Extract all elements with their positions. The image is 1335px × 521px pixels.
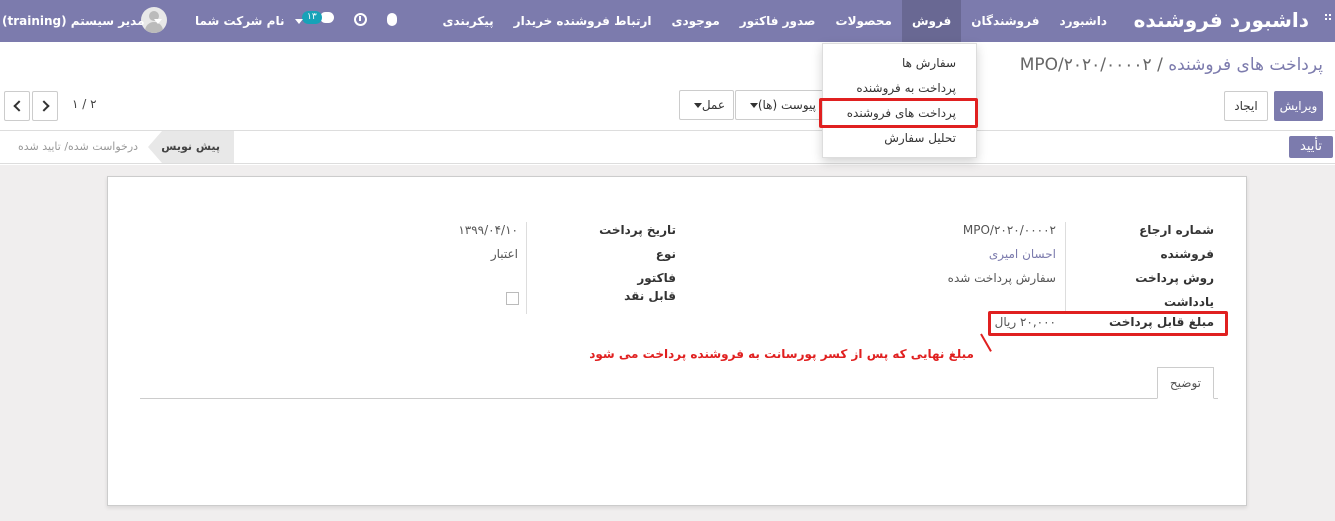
chat-icon[interactable] [320,12,334,23]
activity-clock-icon[interactable] [354,13,367,26]
create-button[interactable]: ایجاد [1224,91,1268,121]
menu-invoicing[interactable]: صدور فاکتور [730,0,826,42]
vendor-payments-highlight [819,98,978,128]
chat-count-badge: ۱۳ [302,11,322,24]
amount-highlight [988,311,1228,336]
chevron-down-icon [153,19,162,24]
type-label: نوع [655,247,676,261]
breadcrumb-parent[interactable]: پرداخت های فروشنده [1168,55,1323,75]
apps-grid-icon[interactable] [1325,14,1331,20]
main-menu: داشبورد فروشندگان فروش محصولات صدور فاکت… [432,0,1117,42]
confirm-button[interactable]: تأیید [1289,136,1333,158]
menu-item-orders[interactable]: سفارش ها [902,56,956,70]
menu-vendors[interactable]: فروشندگان [961,0,1049,42]
menu-sales[interactable]: فروش [901,0,962,42]
tab-description[interactable]: توضیح [1156,367,1214,399]
stage-draft[interactable]: پیش نویس [148,131,234,163]
reference-label: شماره ارجاع [1139,223,1214,237]
attachments-dropdown[interactable]: پیوست (ها) [735,90,825,120]
payment-date-value: ۱۳۹۹/۰۴/۱۰ [458,223,518,237]
menu-products[interactable]: محصولات [826,0,902,42]
brand-title: داشبورد فروشنده [1133,8,1309,32]
menu-configuration[interactable]: پیکربندی [432,0,503,42]
payment-date-label: تاریخ پرداخت [599,223,676,237]
breadcrumb: پرداخت های فروشنده / MPO/۲۰۲۰/۰۰۰۰۲ [1019,55,1323,75]
debug-bug-icon[interactable] [387,13,397,26]
pager-next-button[interactable] [32,91,58,121]
chevron-down-icon [294,19,303,24]
action-dropdown[interactable]: عمل [679,90,734,120]
menu-dashboard[interactable]: داشبورد [1049,0,1117,42]
chevron-left-icon [13,100,25,112]
reference-value: MPO/۲۰۲۰/۰۰۰۰۲ [962,223,1056,237]
top-navbar: داشبورد فروشنده داشبورد فروشندگان فروش م… [0,0,1335,42]
payment-method-label: روش پرداخت [1135,271,1214,285]
user-menu[interactable]: مدیر سیستم (training) [2,0,162,42]
cashable-label: قابل نقد [624,289,676,303]
annotation-note: مبلغ نهایی که پس از کسر پورسانت به فروشن… [589,347,974,361]
stage-requested-approved[interactable]: درخواست شده/ تایید شده [4,131,152,163]
type-value: اعتبار [490,247,518,261]
user-name: مدیر سیستم (training) [2,14,145,28]
vendor-label: فروشنده [1160,247,1215,261]
menu-item-pay-vendor[interactable]: پرداخت به فروشنده [856,81,956,95]
breadcrumb-current: MPO/۲۰۲۰/۰۰۰۰۲ [1019,55,1152,75]
company-switcher[interactable]: نام شرکت شما [195,0,303,42]
form-sheet: شماره ارجاع فروشنده روش پرداخت یادداشت م… [107,176,1247,506]
menu-inventory[interactable]: موجودی [662,0,730,42]
edit-button[interactable]: ویرایش [1274,91,1323,121]
payment-method-value: سفارش پرداخت شده [947,271,1056,285]
pager-prev-button[interactable] [4,91,30,121]
invoice-label: فاکتور [637,271,676,285]
chevron-right-icon [38,100,50,112]
menu-vendor-buyer-chat[interactable]: ارتباط فروشنده خریدار [504,0,662,42]
pager-value[interactable]: ۲ / ۱ [72,97,97,111]
sales-dropdown-menu: سفارش ها پرداخت به فروشنده پرداخت های فر… [819,43,978,158]
company-name: نام شرکت شما [195,14,285,28]
cashable-checkbox[interactable] [506,292,519,305]
menu-item-order-analysis[interactable]: تحلیل سفارش [884,131,956,145]
vendor-value[interactable]: احسان امیری [989,247,1056,261]
note-label: یادداشت [1164,295,1214,309]
status-bar: تأیید درخواست شده/ تایید شده پیش نویس [0,130,1335,164]
